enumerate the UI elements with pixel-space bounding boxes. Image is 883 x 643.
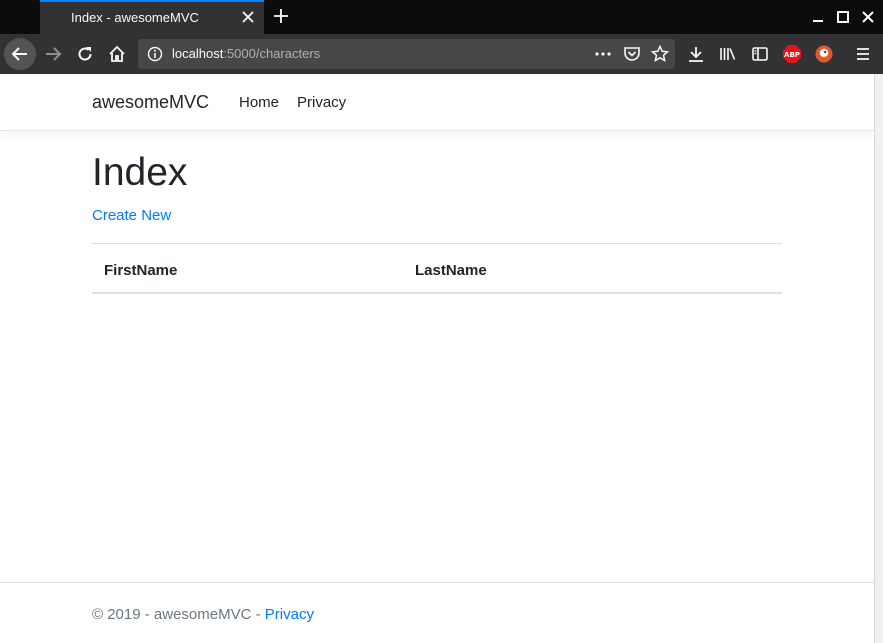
bookmark-star-icon[interactable]	[650, 44, 670, 67]
characters-table: FirstName LastName	[92, 243, 782, 294]
forward-arrow-icon[interactable]	[37, 38, 69, 70]
back-arrow-icon[interactable]	[4, 38, 36, 70]
footer-text: © 2019 - awesomeMVC - Privacy	[92, 606, 314, 623]
info-icon[interactable]	[147, 46, 163, 66]
page-viewport: awesomeMVC Home Privacy Index Create New…	[0, 74, 874, 643]
site-navbar: awesomeMVC Home Privacy	[0, 74, 874, 131]
pocket-icon[interactable]	[623, 45, 641, 67]
tab-title: Index - awesomeMVC	[71, 10, 199, 25]
url-host: localhost	[172, 46, 224, 61]
more-icon[interactable]	[594, 46, 612, 66]
nav-link-home[interactable]: Home	[239, 94, 279, 111]
close-icon[interactable]	[238, 7, 258, 27]
download-icon[interactable]	[680, 38, 712, 70]
page-title: Index	[92, 151, 188, 194]
footer-privacy-link[interactable]: Privacy	[265, 606, 314, 623]
menu-icon[interactable]	[847, 38, 879, 70]
plus-icon[interactable]	[270, 5, 292, 27]
library-icon[interactable]	[712, 38, 744, 70]
site-footer: © 2019 - awesomeMVC - Privacy	[0, 582, 874, 643]
column-header-lastname: LastName	[415, 262, 487, 279]
adblock-icon[interactable]: ABP	[776, 38, 808, 70]
maximize-icon[interactable]	[836, 9, 850, 23]
home-icon[interactable]	[101, 38, 133, 70]
url-bar[interactable]: localhost:5000/characters	[138, 39, 675, 69]
window-close-icon[interactable]	[861, 9, 875, 23]
sidebar-icon[interactable]	[744, 38, 776, 70]
active-tab[interactable]: Index - awesomeMVC	[40, 0, 264, 34]
url-path: :5000/characters	[223, 46, 321, 61]
duckduckgo-icon[interactable]	[808, 38, 840, 70]
footer-copyright: © 2019 - awesomeMVC -	[92, 606, 265, 623]
column-header-firstname: FirstName	[104, 262, 178, 279]
site-brand[interactable]: awesomeMVC	[92, 92, 209, 113]
scrollbar[interactable]	[874, 74, 883, 643]
browser-toolbar: localhost:5000/characters ABP	[0, 34, 883, 74]
reload-icon[interactable]	[69, 38, 101, 70]
minimize-icon[interactable]	[811, 9, 825, 23]
tab-bar: Index - awesomeMVC	[0, 0, 883, 34]
url-text[interactable]: localhost:5000/characters	[172, 46, 320, 61]
create-new-link[interactable]: Create New	[92, 207, 171, 224]
nav-link-privacy[interactable]: Privacy	[297, 94, 346, 111]
svg-text:ABP: ABP	[784, 51, 800, 59]
